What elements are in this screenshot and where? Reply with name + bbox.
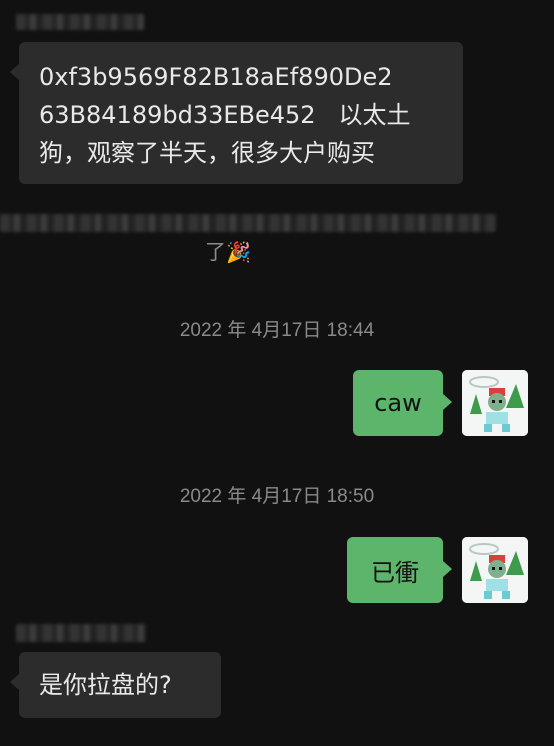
sender-name-blurred bbox=[16, 14, 144, 30]
sender-name-blurred bbox=[16, 624, 146, 642]
party-popper-icon: 🎉 bbox=[226, 240, 251, 264]
system-notice bbox=[0, 208, 554, 238]
timestamp: 2022 年 4月17日 18:50 bbox=[179, 486, 375, 507]
message-text-line: 0xf3b9569F82B18aEf890De2 bbox=[39, 63, 393, 91]
message-text: caw bbox=[374, 389, 422, 417]
message-text: 已衝 bbox=[371, 558, 419, 587]
system-notice-tail-text: 了 bbox=[205, 240, 226, 264]
avatar[interactable] bbox=[462, 370, 528, 436]
outgoing-message-bubble[interactable]: caw bbox=[353, 370, 452, 436]
incoming-message-bubble[interactable]: 0xf3b9569F82B18aEf890De2 63B84189bd33EBe… bbox=[10, 42, 463, 184]
message-text: 是你拉盘的? bbox=[39, 671, 172, 699]
outgoing-message-bubble[interactable]: 已衝 bbox=[347, 537, 452, 603]
pixel-avatar-icon bbox=[462, 370, 528, 436]
system-notice-tail: 了🎉 bbox=[205, 236, 251, 266]
message-text-line: 狗，观察了半天，很多大户购买 bbox=[39, 139, 375, 167]
system-notice-blurred bbox=[0, 214, 496, 232]
incoming-message-bubble[interactable]: 是你拉盘的? bbox=[10, 652, 221, 718]
pixel-avatar-icon bbox=[462, 537, 528, 603]
timestamp: 2022 年 4月17日 18:44 bbox=[179, 320, 375, 341]
message-text-line: 63B84189bd33EBe452 以太土 bbox=[39, 101, 411, 129]
avatar[interactable] bbox=[462, 537, 528, 603]
